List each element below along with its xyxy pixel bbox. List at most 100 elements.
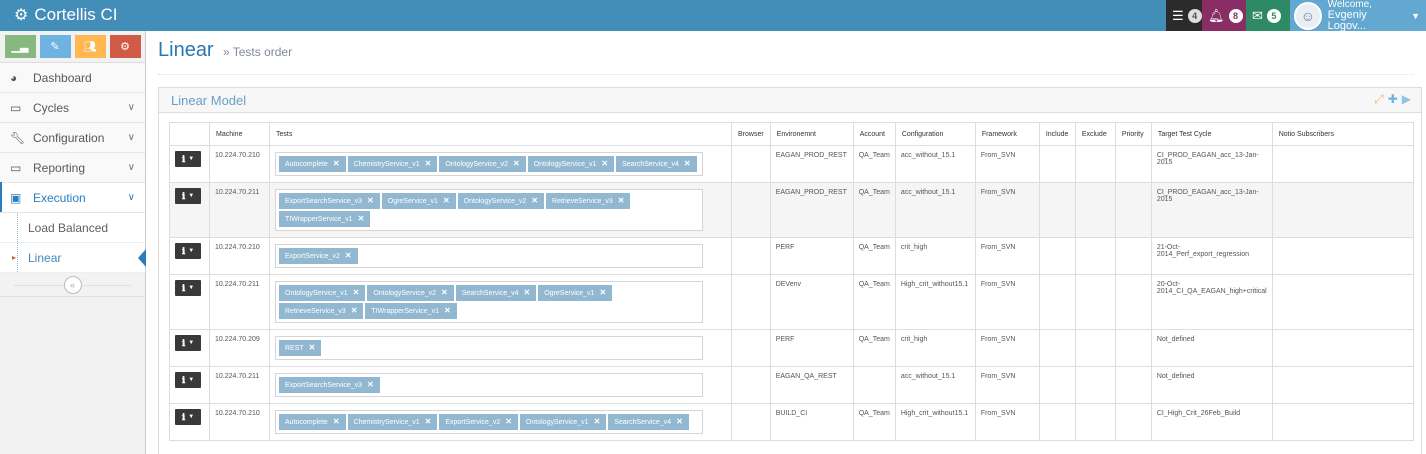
brand-logo[interactable]: ⚙ Cortellis CI bbox=[14, 5, 117, 25]
messages-button[interactable]: ✉ 5 bbox=[1246, 0, 1290, 31]
row-actions-dropdown[interactable]: ℹ ▼ bbox=[175, 243, 201, 259]
cell-config: acc_without_15.1 bbox=[894, 366, 976, 404]
shortcut-cogs-button[interactable]: ⚙ bbox=[109, 35, 141, 58]
tasks-count-badge: 4 bbox=[1187, 8, 1202, 23]
shortcut-signal-button[interactable]: ▁▃ bbox=[4, 35, 36, 58]
remove-tag-icon[interactable]: ✕ bbox=[443, 196, 450, 205]
tasks-button[interactable]: ☰ 4 bbox=[1166, 0, 1202, 31]
remove-tag-icon[interactable]: ✕ bbox=[676, 417, 683, 426]
submenu-item-linear[interactable]: ▸ Linear bbox=[0, 243, 146, 273]
remove-tag-icon[interactable]: ✕ bbox=[345, 251, 352, 260]
play-icon[interactable]: ▶ bbox=[1402, 92, 1411, 107]
remove-tag-icon[interactable]: ✕ bbox=[353, 288, 360, 297]
remove-tag-icon[interactable]: ✕ bbox=[684, 159, 691, 168]
remove-tag-icon[interactable]: ✕ bbox=[505, 417, 512, 426]
test-tag: SearchService_v4 ✕ bbox=[455, 285, 537, 301]
plus-icon[interactable]: ✚ bbox=[1388, 92, 1398, 107]
remove-tag-icon[interactable]: ✕ bbox=[351, 306, 358, 315]
remove-tag-icon[interactable]: ✕ bbox=[513, 159, 520, 168]
column-header-actions bbox=[169, 122, 210, 146]
remove-tag-icon[interactable]: ✕ bbox=[367, 196, 374, 205]
test-tag-label: OgreService_v1 bbox=[544, 290, 595, 297]
cell-account: QA_Team bbox=[852, 145, 896, 183]
column-header: Exclude bbox=[1074, 122, 1116, 146]
sidebar-item-reporting[interactable]: ▭ Reporting ∨ bbox=[0, 153, 145, 183]
cell-framework: From_SVN bbox=[974, 145, 1040, 183]
double-angle-left-icon[interactable]: « bbox=[63, 275, 82, 294]
cell-subs bbox=[1271, 274, 1415, 330]
remove-tag-icon[interactable]: ✕ bbox=[531, 196, 538, 205]
submenu-item-load-balanced[interactable]: Load Balanced bbox=[0, 213, 145, 243]
sidebar-item-label: Dashboard bbox=[33, 70, 92, 85]
user-name: Evgeniy Logov... bbox=[1327, 9, 1367, 32]
test-tag-label: OgreService_v1 bbox=[387, 198, 438, 205]
sidebar-item-execution[interactable]: ▣ Execution ∨ bbox=[0, 182, 145, 213]
row-actions-dropdown[interactable]: ℹ ▼ bbox=[175, 280, 201, 296]
remove-tag-icon[interactable]: ✕ bbox=[601, 159, 608, 168]
tests-cell: Autocomplete ✕ ChemistryService_v1 ✕ ExportS… bbox=[269, 403, 732, 441]
remove-tag-icon[interactable]: ✕ bbox=[425, 159, 432, 168]
app-title: Cortellis CI bbox=[34, 5, 118, 24]
shortcut-pencil-button[interactable]: ✎ bbox=[39, 35, 71, 58]
cell-env: PERF bbox=[769, 237, 854, 275]
test-tag: ExportService_v2 ✕ bbox=[439, 414, 518, 430]
cell-env: BUILD_CI bbox=[769, 403, 854, 441]
submenu-item-label: Linear bbox=[28, 250, 62, 265]
cell-include bbox=[1038, 182, 1076, 238]
row-actions-dropdown[interactable]: ℹ ▼ bbox=[175, 372, 201, 388]
sidebar-item-cycles[interactable]: ▭ Cycles ∨ bbox=[0, 93, 145, 123]
remove-tag-icon[interactable]: ✕ bbox=[441, 288, 448, 297]
remove-tag-icon[interactable]: ✕ bbox=[524, 288, 531, 297]
remove-tag-icon[interactable]: ✕ bbox=[367, 380, 374, 389]
remove-tag-icon[interactable]: ✕ bbox=[444, 306, 451, 315]
tests-cell: REST ✕ bbox=[269, 329, 732, 367]
info-icon: ℹ bbox=[181, 153, 186, 164]
tests-tag-input[interactable]: Autocomplete ✕ ChemistryService_v1 ✕ Ontolog… bbox=[275, 152, 703, 176]
row-actions-dropdown[interactable]: ℹ ▼ bbox=[175, 335, 201, 351]
cell-account: QA_Team bbox=[852, 182, 896, 238]
row-actions-dropdown[interactable]: ℹ ▼ bbox=[175, 151, 201, 167]
tests-tag-input[interactable]: REST ✕ bbox=[275, 336, 703, 360]
tests-tag-input[interactable]: ExportService_v2 ✕ bbox=[275, 244, 703, 268]
expand-icon[interactable]: ⤢ bbox=[1374, 92, 1384, 107]
remove-tag-icon[interactable]: ✕ bbox=[594, 417, 601, 426]
user-menu[interactable]: ☺ Welcome, Evgeniy Logov... ▼ bbox=[1290, 0, 1426, 32]
cell-framework: From_SVN bbox=[974, 237, 1040, 275]
cell-exclude bbox=[1074, 403, 1116, 441]
cell-exclude bbox=[1074, 274, 1116, 330]
remove-tag-icon[interactable]: ✕ bbox=[599, 288, 606, 297]
sidebar-item-configuration[interactable]: 🔧︎ Configuration ∨ bbox=[0, 123, 145, 153]
cell-config: acc_without_15.1 bbox=[894, 145, 976, 183]
column-header: Browser bbox=[731, 122, 771, 146]
cell-priority bbox=[1114, 403, 1152, 441]
table-row: ℹ ▼ 10.224.70.209 REST ✕ PERF QA_Team crit_high… bbox=[169, 329, 1415, 367]
caret-down-icon: ▼ bbox=[188, 340, 195, 346]
row-actions-dropdown[interactable]: ℹ ▼ bbox=[175, 188, 201, 204]
tests-tag-input[interactable]: ExportSearchService_v3 ✕ bbox=[275, 373, 703, 397]
sidebar-item-dashboard[interactable]: ◕ Dashboard bbox=[0, 63, 145, 93]
remove-tag-icon[interactable]: ✕ bbox=[309, 343, 316, 352]
remove-tag-icon[interactable]: ✕ bbox=[358, 214, 365, 223]
tests-tag-input[interactable]: OntologyService_v1 ✕ OntologyService_v2 ✕ Se… bbox=[275, 281, 703, 323]
test-tag-label: Autocomplete bbox=[285, 419, 328, 426]
notifications-button[interactable]: 🔔︎ 8 bbox=[1202, 0, 1246, 31]
test-tag: ExportSearchService_v3 ✕ bbox=[279, 193, 380, 209]
shortcut-users-button[interactable]: 👥︎ bbox=[74, 35, 106, 58]
test-tag: ExportSearchService_v3 ✕ bbox=[279, 377, 380, 393]
row-actions-dropdown[interactable]: ℹ ▼ bbox=[175, 409, 201, 425]
tests-tag-input[interactable]: ExportSearchService_v3 ✕ OgreService_v1 ✕ On… bbox=[275, 189, 703, 231]
tests-tag-input[interactable]: Autocomplete ✕ ChemistryService_v1 ✕ ExportS… bbox=[275, 410, 703, 434]
cogs-icon: ⚙ bbox=[120, 41, 130, 53]
remove-tag-icon[interactable]: ✕ bbox=[333, 159, 340, 168]
test-tag-label: OntologyService_v2 bbox=[373, 290, 437, 297]
remove-tag-icon[interactable]: ✕ bbox=[425, 417, 432, 426]
remove-tag-icon[interactable]: ✕ bbox=[618, 196, 625, 205]
remove-tag-icon[interactable]: ✕ bbox=[333, 417, 340, 426]
test-tag-label: SearchService_v4 bbox=[461, 290, 519, 297]
cell-cycle: Not_defined bbox=[1150, 329, 1273, 367]
caret-down-icon: ▼ bbox=[188, 377, 195, 383]
test-tag: Autocomplete ✕ bbox=[279, 156, 346, 172]
cell-priority bbox=[1114, 145, 1152, 183]
test-tag: REST ✕ bbox=[279, 340, 322, 356]
sidebar-item-label: Configuration bbox=[33, 130, 105, 145]
